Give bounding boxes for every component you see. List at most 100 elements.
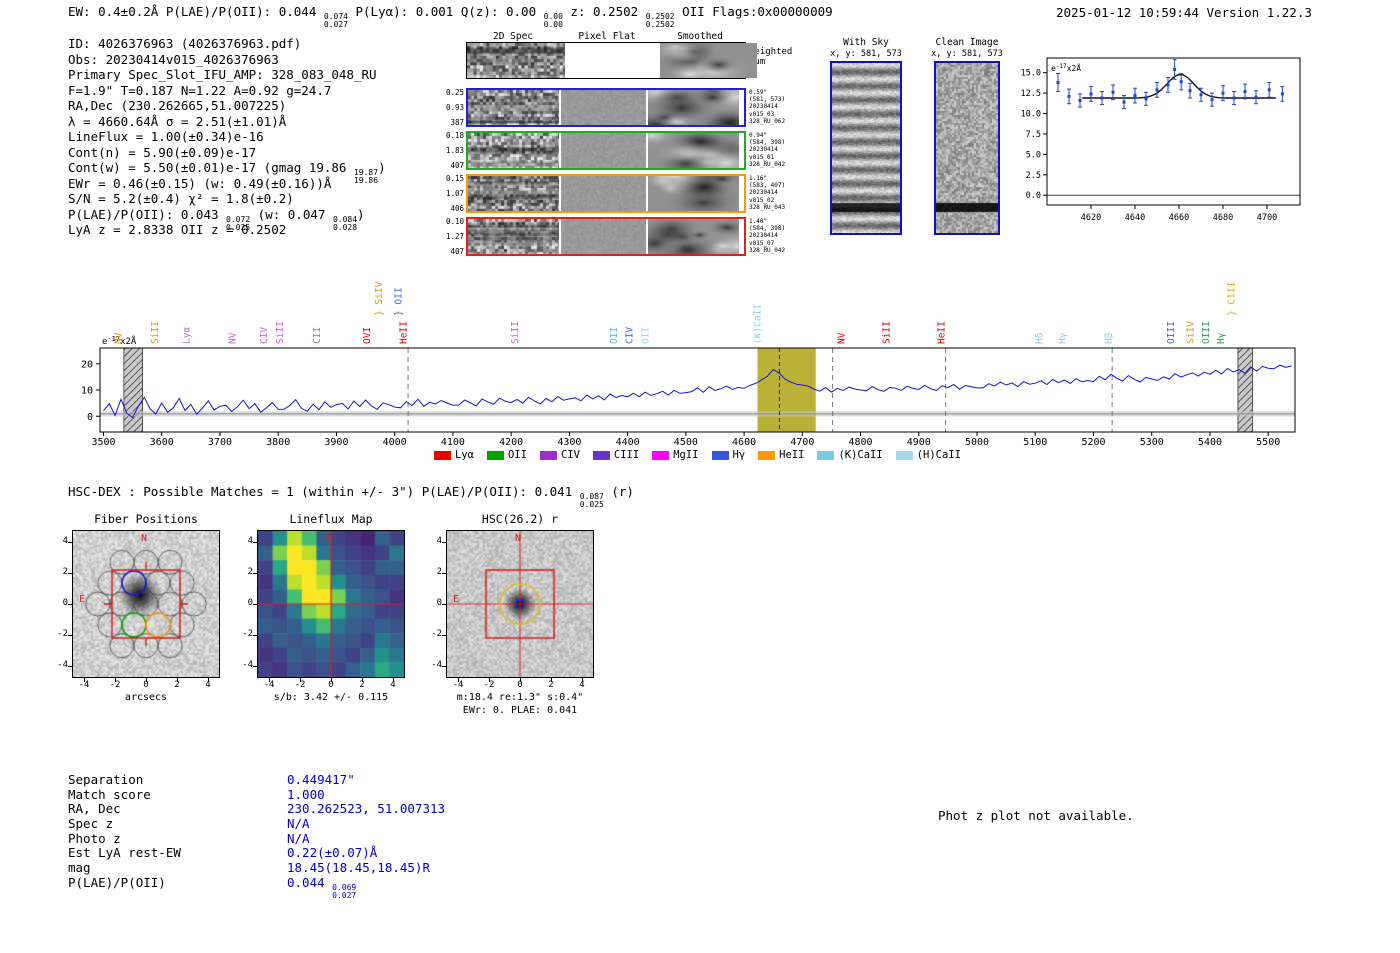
y-axis-tick-label: -4 [57,660,68,670]
emission-line-label: (K)CaII [752,304,763,344]
y-axis-tick-label: 0 [247,598,253,608]
info-line: P(LAE)/P(OII): 0.043 0.072 0.025 (w: 0.04… [68,206,386,232]
detected-line-band [757,348,816,432]
emission-line-label: } SiIV [374,281,385,316]
table-row-label: P(LAE)/P(OII) [68,874,166,890]
table-row-label: Photo z [68,830,121,846]
y-axis-tick [68,604,72,605]
table-row-value: N/A [287,831,310,847]
text-segment: λ = 4660.64Å σ = 2.51(±1.01)Å [68,113,287,129]
table-row-label: mag [68,860,91,876]
text-segment: Cont(n) = 5.90(±0.09)e-17 [68,144,257,160]
x-axis-tick [458,678,459,682]
weighted-sum-row [466,42,758,79]
fiber-pixelflat-image [561,90,646,125]
x-axis-tick [551,678,552,682]
emission-line-label: SiIV [1186,321,1197,344]
text-segment: ) [357,206,365,222]
text-segment: 230.262523, 51.007313 [287,801,446,817]
svg-text:3800: 3800 [266,437,290,448]
x-axis-tick [115,678,116,682]
fiber-2dspec-image [468,219,559,254]
legend-label: Lyα [455,449,474,461]
info-line: Primary Spec_Slot_IFU_AMP: 328_083_048_R… [68,67,386,83]
stacked-fraction: 0.074 0.027 [324,13,348,29]
lineflux-map-image [257,530,405,678]
text-segment: Primary Spec_Slot_IFU_AMP: 328_083_048_R… [68,67,377,82]
emission-line-label: Lyα [182,327,193,344]
fiber-row-weight-value: 0.10 [445,217,464,226]
legend-swatch [711,450,729,460]
svg-text:5500: 5500 [1256,437,1280,448]
text-segment: (r) [603,484,634,499]
emission-line-label: Hγ [1058,332,1069,344]
emission-line-label: NV [114,332,125,344]
y-axis-tick [253,573,257,574]
fiber-xaxis-label: arcsecs [124,692,168,703]
emission-line-label: SiII [150,321,161,344]
y-axis-tick-label: 4 [436,536,442,546]
plot-frame [1046,57,1301,206]
fiber-positions-image [72,530,220,678]
header-timestamp-version: 2025-01-12 10:59:44 Version 1.22.3 [1056,5,1312,20]
stacked-fraction: 0.084 0.028 [333,215,357,232]
legend-swatch [652,450,670,460]
emission-line-labels: NV SiII Lyα NV CIV SiII CII OVI} SiIV} OII HeII S… [114,281,1238,344]
text-segment: 0.044 [287,874,333,890]
x-axis-tick [582,678,583,682]
fraction-bottom: 0.00 [543,20,563,29]
legend-item: CIV [539,449,580,461]
legend-label: Hγ [732,449,746,461]
fiber-row-annotation: 1.16" (583, 407) 20230414 v015_02 328_RU… [749,175,786,211]
legend-item: MgII [652,449,699,461]
stacked-fraction: 0.2502 0.2502 [646,13,675,29]
emission-line-label: OII [609,327,620,344]
svg-text:20: 20 [81,359,93,370]
fiber-row-weight-value: 407 [450,247,464,256]
y-axis-tick-label: 4 [247,536,253,546]
x-axis-tick [146,678,147,682]
text-segment: F=1.9" T=0.187 N=1.22 A=0.92 g=24.7 [68,82,332,98]
svg-text:3500: 3500 [91,437,115,448]
table-row-label: Match score [68,786,151,802]
y-axis-tick-label: 0 [62,598,68,608]
spec2d-fiber-row [466,217,746,256]
text-segment: 0.22(±0.07)Å [287,845,378,861]
photz-unavailable-note: Phot z plot not available. [938,808,1134,823]
text-segment: z: 0.2502 [562,4,646,19]
withsky-title: With Sky [843,37,889,48]
flux-units-annotation: e-17x2Å [1051,62,1081,73]
hsc-cutout-image [446,530,594,678]
fiber-row-weight-value: 0.93 [445,103,464,112]
text-segment: EW: 0.4±0.2Å P(LAE)/P(OII): 0.044 [68,4,324,19]
emission-line-label: Hγ [1216,332,1227,344]
svg-text:4700: 4700 [790,437,814,448]
spec2d-fiber-row [466,131,746,170]
table-row: Match score 1.000 [68,786,445,803]
svg-text:3900: 3900 [324,437,348,448]
svg-text:5.0: 5.0 [1026,150,1041,160]
x-axis-tick [489,678,490,682]
legend-item: (H)CaII [895,449,961,461]
fiber-row-weight-value: 1.27 [445,232,464,241]
text-segment: ) [378,160,386,175]
fraction-bottom: 19.86 [353,176,379,185]
x-axis-tick [269,678,270,682]
y-axis-tick [253,635,257,636]
svg-text:4200: 4200 [499,437,523,448]
y-axis-tick-label: -4 [431,660,442,670]
legend-swatch [758,450,776,460]
emission-line-label: SiII [510,321,521,344]
legend-item: OII [486,449,527,461]
table-row-value: 18.45(18.45,18.45)R [287,860,430,876]
svg-text:5200: 5200 [1081,437,1105,448]
legend-label: OII [507,449,527,461]
stacked-fraction: 0.087 0.025 [580,493,604,509]
emission-line-label: OII [641,327,652,344]
fiber-smoothed-image [648,219,739,254]
table-row-value: 230.262523, 51.007313 [287,802,445,817]
emission-line-label: NV [836,332,847,344]
y-axis-tick-label: 2 [436,567,442,577]
svg-text:4620: 4620 [1081,213,1101,223]
table-row: RA, Dec 230.262523, 51.007313 [68,802,445,817]
